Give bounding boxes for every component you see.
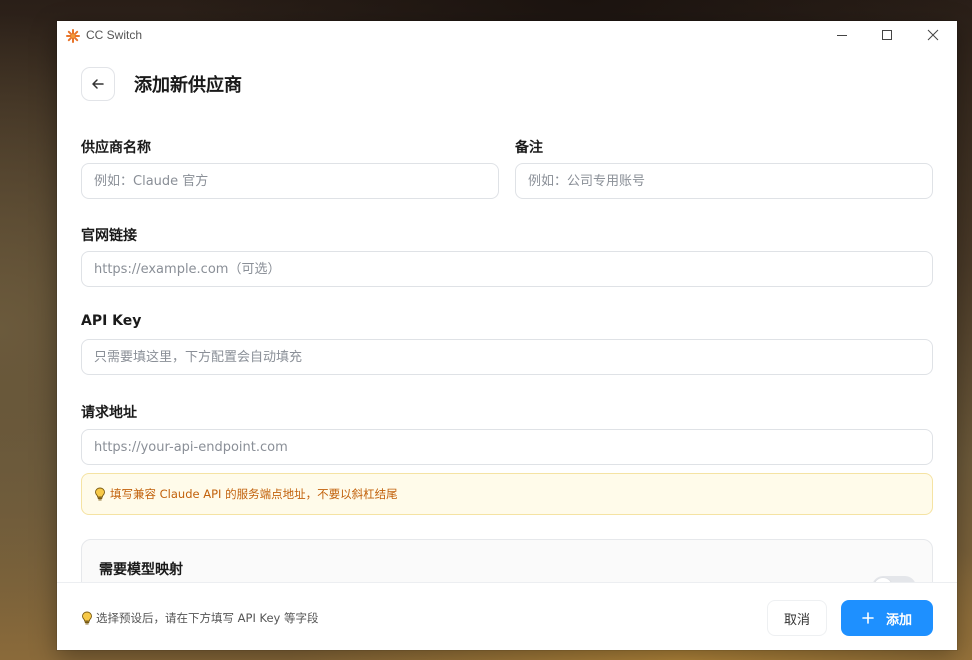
page-header: 添加新供应商 [81, 67, 242, 101]
back-button[interactable] [81, 67, 115, 101]
provider-name-label: 供应商名称 [81, 140, 151, 156]
provider-name-input[interactable] [81, 163, 499, 199]
page-title: 添加新供应商 [134, 75, 242, 96]
lightbulb-icon [95, 487, 105, 501]
footer-hint: 选择预设后，请在下方填写 API Key 等字段 [81, 610, 319, 626]
endpoint-hint-text: 填写兼容 Claude API 的服务端点地址，不要以斜杠结尾 [110, 487, 398, 501]
maximize-icon [882, 30, 892, 40]
minimize-icon [837, 35, 847, 36]
notes-label: 备注 [515, 140, 543, 156]
close-button[interactable] [910, 21, 956, 49]
api-key-label: API Key [81, 313, 142, 329]
footer-hint-text: 选择预设后，请在下方填写 API Key 等字段 [96, 611, 319, 625]
footer-bar: 选择预设后，请在下方填写 API Key 等字段 取消 添加 [57, 582, 957, 650]
add-button[interactable]: 添加 [841, 600, 933, 636]
maximize-button[interactable] [864, 21, 910, 49]
website-label: 官网链接 [81, 228, 137, 244]
title-bar: CC Switch [57, 21, 957, 49]
starburst-icon [66, 28, 80, 43]
endpoint-label: 请求地址 [81, 405, 137, 421]
cancel-button[interactable]: 取消 [767, 600, 827, 636]
close-icon [927, 29, 939, 41]
endpoint-input[interactable] [81, 429, 933, 465]
arrow-left-icon [92, 79, 104, 89]
minimize-button[interactable] [819, 21, 865, 49]
app-window: CC Switch 添加新供应商 供应商名称 备注 官网链接 API Key 请… [57, 21, 957, 650]
plus-icon [862, 612, 874, 624]
app-title: CC Switch [86, 28, 143, 42]
notes-input[interactable] [515, 163, 933, 199]
endpoint-hint-box: 填写兼容 Claude API 的服务端点地址，不要以斜杠结尾 [81, 473, 933, 515]
api-key-input[interactable] [81, 339, 933, 375]
website-input[interactable] [81, 251, 933, 287]
lightbulb-icon [82, 611, 92, 625]
model-mapping-label: 需要模型映射 [99, 562, 183, 578]
add-button-label: 添加 [885, 612, 912, 628]
